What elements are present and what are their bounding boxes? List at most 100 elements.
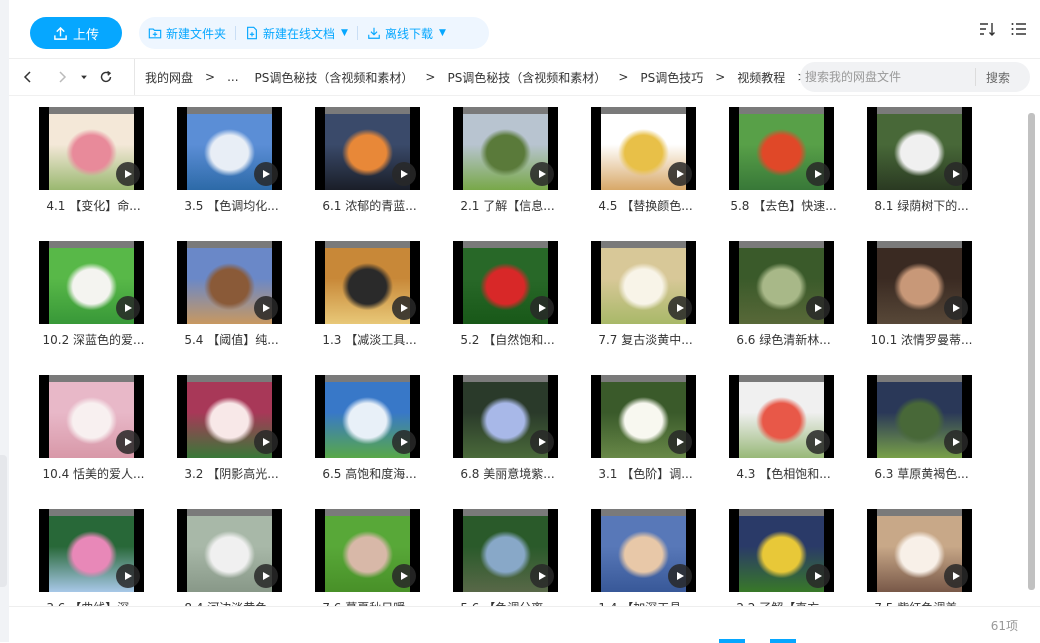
- file-name[interactable]: 3.5 【色调均化...: [169, 197, 294, 214]
- file-name[interactable]: 3.1 【色阶】调...: [583, 465, 708, 482]
- video-thumbnail[interactable]: [867, 375, 972, 458]
- file-name[interactable]: 5.8 【去色】快速...: [721, 197, 846, 214]
- file-name[interactable]: 5.2 【自然饱和...: [445, 331, 570, 348]
- video-file-item[interactable]: 2.2 了解【直方...: [721, 498, 851, 606]
- video-file-item[interactable]: 3.2 【阴影高光...: [169, 364, 299, 484]
- file-name[interactable]: 10.1 浓情罗曼蒂...: [859, 331, 984, 348]
- video-file-item[interactable]: 5.4 【阈值】纯...: [169, 230, 299, 350]
- video-file-item[interactable]: 7.5 紫红色调美...: [859, 498, 989, 606]
- refresh-icon[interactable]: [99, 70, 113, 84]
- video-thumbnail[interactable]: [177, 509, 282, 592]
- video-thumbnail[interactable]: [315, 509, 420, 592]
- scrollbar[interactable]: [1028, 113, 1035, 590]
- video-file-item[interactable]: 5.8 【去色】快速...: [721, 96, 851, 216]
- video-file-item[interactable]: 3.6 【曲线】深...: [31, 498, 161, 606]
- search-input[interactable]: [800, 69, 975, 85]
- play-icon[interactable]: [392, 162, 416, 186]
- file-name[interactable]: 6.1 浓郁的青蓝...: [307, 197, 432, 214]
- video-thumbnail[interactable]: [315, 375, 420, 458]
- video-thumbnail[interactable]: [39, 241, 144, 324]
- file-name[interactable]: 5.4 【阈值】纯...: [169, 331, 294, 348]
- file-name[interactable]: 6.8 美丽意境紫...: [445, 465, 570, 482]
- video-file-item[interactable]: 4.1 【变化】命...: [31, 96, 161, 216]
- video-file-item[interactable]: 2.1 了解【信息...: [445, 96, 575, 216]
- file-name[interactable]: 4.1 【变化】命...: [31, 197, 156, 214]
- file-name[interactable]: 8.1 绿荫树下的...: [859, 197, 984, 214]
- file-name[interactable]: 6.5 高饱和度海...: [307, 465, 432, 482]
- breadcrumb-item[interactable]: PS调色秘技（含视频和素材）: [447, 69, 606, 86]
- back-arrow-icon[interactable]: [21, 70, 35, 84]
- file-name[interactable]: 10.2 深蓝色的爱...: [31, 331, 156, 348]
- file-name[interactable]: 7.7 复古淡黄中...: [583, 331, 708, 348]
- video-thumbnail[interactable]: [315, 107, 420, 190]
- video-file-item[interactable]: 7.7 复古淡黄中...: [583, 230, 713, 350]
- video-file-item[interactable]: 6.6 绿色清新林...: [721, 230, 851, 350]
- breadcrumb-ellipsis[interactable]: ...: [227, 70, 238, 84]
- video-thumbnail[interactable]: [591, 375, 696, 458]
- breadcrumb-item[interactable]: PS调色技巧: [640, 69, 703, 86]
- play-icon[interactable]: [392, 430, 416, 454]
- video-file-item[interactable]: 10.1 浓情罗曼蒂...: [859, 230, 989, 350]
- play-icon[interactable]: [530, 430, 554, 454]
- video-thumbnail[interactable]: [453, 375, 558, 458]
- play-icon[interactable]: [944, 564, 968, 588]
- video-file-item[interactable]: 10.4 恬美的爱人...: [31, 364, 161, 484]
- play-icon[interactable]: [116, 564, 140, 588]
- play-icon[interactable]: [668, 430, 692, 454]
- video-thumbnail[interactable]: [591, 241, 696, 324]
- file-name[interactable]: 10.4 恬美的爱人...: [31, 465, 156, 482]
- breadcrumb-item[interactable]: 视频教程: [737, 69, 785, 86]
- play-icon[interactable]: [944, 296, 968, 320]
- video-file-item[interactable]: 4.5 【替换颜色...: [583, 96, 713, 216]
- file-name[interactable]: 2.1 了解【信息...: [445, 197, 570, 214]
- video-file-item[interactable]: 6.3 草原黄褐色...: [859, 364, 989, 484]
- play-icon[interactable]: [116, 296, 140, 320]
- file-name[interactable]: 1.3 【减淡工具...: [307, 331, 432, 348]
- video-thumbnail[interactable]: [39, 107, 144, 190]
- play-icon[interactable]: [944, 430, 968, 454]
- play-icon[interactable]: [806, 296, 830, 320]
- upload-button[interactable]: 上传: [30, 17, 122, 49]
- offline-download-button[interactable]: 离线下载 ▼: [358, 25, 455, 42]
- breadcrumb-item[interactable]: 我的网盘: [145, 69, 193, 86]
- new-online-doc-button[interactable]: 新建在线文档 ▼: [236, 25, 357, 42]
- video-thumbnail[interactable]: [177, 241, 282, 324]
- video-thumbnail[interactable]: [867, 241, 972, 324]
- video-thumbnail[interactable]: [867, 509, 972, 592]
- video-thumbnail[interactable]: [729, 375, 834, 458]
- play-icon[interactable]: [530, 296, 554, 320]
- video-thumbnail[interactable]: [177, 107, 282, 190]
- video-file-item[interactable]: 6.5 高饱和度海...: [307, 364, 437, 484]
- video-file-item[interactable]: 3.5 【色调均化...: [169, 96, 299, 216]
- file-name[interactable]: 8.4 河边淡黄色...: [169, 599, 294, 606]
- video-thumbnail[interactable]: [729, 107, 834, 190]
- video-file-item[interactable]: 1.4 【加深工具...: [583, 498, 713, 606]
- play-icon[interactable]: [254, 162, 278, 186]
- play-icon[interactable]: [530, 162, 554, 186]
- play-icon[interactable]: [944, 162, 968, 186]
- video-thumbnail[interactable]: [453, 107, 558, 190]
- file-name[interactable]: 1.4 【加深工具...: [583, 599, 708, 606]
- play-icon[interactable]: [806, 162, 830, 186]
- file-name[interactable]: 7.6 暮夏秋日暖...: [307, 599, 432, 606]
- file-name[interactable]: 3.6 【曲线】深...: [31, 599, 156, 606]
- video-thumbnail[interactable]: [867, 107, 972, 190]
- play-icon[interactable]: [668, 564, 692, 588]
- play-icon[interactable]: [254, 430, 278, 454]
- list-view-icon[interactable]: [1010, 20, 1028, 38]
- play-icon[interactable]: [254, 296, 278, 320]
- video-thumbnail[interactable]: [453, 241, 558, 324]
- video-file-item[interactable]: 3.1 【色阶】调...: [583, 364, 713, 484]
- video-file-item[interactable]: 6.1 浓郁的青蓝...: [307, 96, 437, 216]
- video-thumbnail[interactable]: [453, 509, 558, 592]
- file-name[interactable]: 5.6 【色调分离...: [445, 599, 570, 606]
- video-thumbnail[interactable]: [729, 509, 834, 592]
- file-name[interactable]: 3.2 【阴影高光...: [169, 465, 294, 482]
- play-icon[interactable]: [530, 564, 554, 588]
- file-name[interactable]: 4.3 【色相饱和...: [721, 465, 846, 482]
- play-icon[interactable]: [116, 162, 140, 186]
- video-thumbnail[interactable]: [729, 241, 834, 324]
- video-file-item[interactable]: 1.3 【减淡工具...: [307, 230, 437, 350]
- video-thumbnail[interactable]: [315, 241, 420, 324]
- file-name[interactable]: 6.6 绿色清新林...: [721, 331, 846, 348]
